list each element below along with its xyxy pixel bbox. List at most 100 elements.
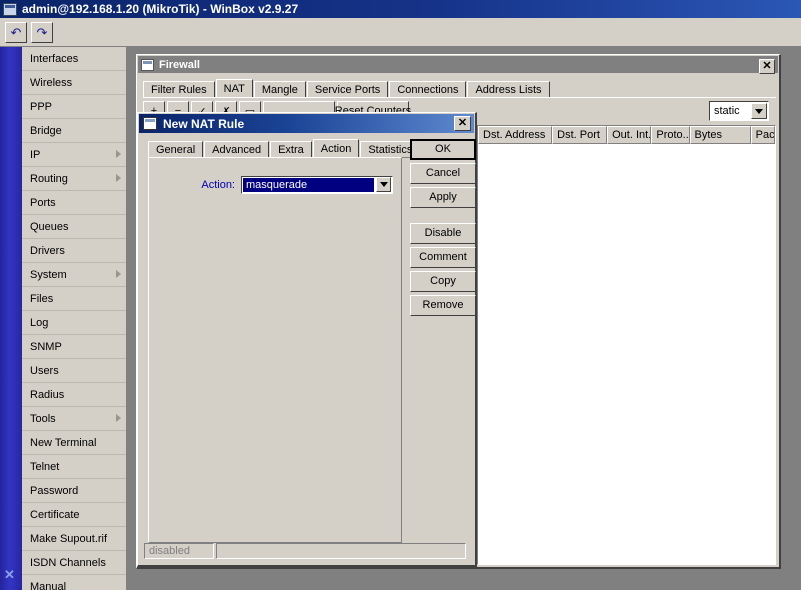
- firewall-close-button[interactable]: ✕: [759, 59, 775, 74]
- dialog-tab-action[interactable]: Action: [312, 139, 360, 158]
- sidebar-item-label: Tools: [30, 413, 56, 425]
- sidebar-accent-strip: ✕: [0, 47, 22, 590]
- sidebar-item-label: Telnet: [30, 461, 60, 473]
- nat-rules-column-headers: Dst. AddressDst. PortOut. Int...Proto...…: [478, 126, 775, 144]
- tab-filter-rules[interactable]: Filter Rules: [143, 81, 215, 98]
- sidebar-item-drivers[interactable]: Drivers: [22, 239, 126, 263]
- sidebar-item-label: PPP: [30, 101, 53, 113]
- sidebar-item-files[interactable]: Files: [22, 287, 126, 311]
- tab-service-ports[interactable]: Service Ports: [306, 81, 389, 98]
- chevron-right-icon: [116, 174, 121, 182]
- sidebar-item-label: Password: [30, 485, 79, 497]
- sidebar-item-label: Queues: [30, 221, 69, 233]
- column-header[interactable]: Pac: [750, 126, 775, 144]
- sidebar-item-routing[interactable]: Routing: [22, 167, 126, 191]
- sidebar-item-queues[interactable]: Queues: [22, 215, 126, 239]
- sidebar-item-ports[interactable]: Ports: [22, 191, 126, 215]
- nat-dialog-icon: [143, 117, 157, 130]
- firewall-filter-select[interactable]: static: [709, 101, 769, 121]
- sidebar-item-label: Interfaces: [30, 53, 79, 65]
- main-toolbar: ↶ ↷: [0, 18, 801, 47]
- action-select[interactable]: masquerade: [241, 176, 393, 194]
- sidebar-item-bridge[interactable]: Bridge: [22, 119, 126, 143]
- redo-icon-button[interactable]: ↷: [31, 22, 53, 43]
- sidebar-item-snmp[interactable]: SNMP: [22, 335, 126, 359]
- sidebar-item-users[interactable]: Users: [22, 359, 126, 383]
- tab-connections[interactable]: Connections: [389, 81, 467, 98]
- sidebar-item-label: Make Supout.rif: [30, 533, 108, 545]
- apply-button[interactable]: Apply: [410, 187, 476, 208]
- remove-button[interactable]: Remove: [410, 295, 476, 316]
- firewall-filter-value: static: [714, 105, 740, 117]
- column-header[interactable]: Proto...: [651, 126, 690, 144]
- sidebar-item-label: Files: [30, 293, 54, 305]
- sidebar-item-label: Radius: [30, 389, 65, 401]
- sidebar-item-radius[interactable]: Radius: [22, 383, 126, 407]
- disable-button[interactable]: Disable: [410, 223, 476, 244]
- sidebar-item-wireless[interactable]: Wireless: [22, 71, 126, 95]
- sidebar-item-label: System: [30, 269, 67, 281]
- firewall-tabstrip: Filter Rules NAT Mangle Service Ports Connec…: [143, 79, 551, 98]
- sidebar-item-label: Drivers: [30, 245, 65, 257]
- sidebar-item-ppp[interactable]: PPP: [22, 95, 126, 119]
- sidebar-item-certificate[interactable]: Certificate: [22, 503, 126, 527]
- sidebar-item-tools[interactable]: Tools: [22, 407, 126, 431]
- action-select-value: masquerade: [243, 178, 374, 192]
- nat-dialog-titlebar: New NAT Rule: [139, 114, 474, 133]
- firewall-titlebar: Firewall: [138, 56, 778, 73]
- tab-mangle[interactable]: Mangle: [253, 81, 306, 98]
- undo-icon-button[interactable]: ↶: [5, 22, 27, 43]
- action-field-label: Action:: [201, 179, 235, 191]
- window-icon: [3, 2, 17, 16]
- dialog-tab-advanced[interactable]: Advanced: [204, 141, 270, 158]
- sidebar-item-password[interactable]: Password: [22, 479, 126, 503]
- winbox-application: admin@192.168.1.20 (MikroTik) - WinBox v…: [0, 0, 801, 590]
- sidebar-item-label: Wireless: [30, 77, 73, 89]
- main-menu: Interfaces Wireless PPP Bridge IP Routing Port…: [22, 47, 127, 590]
- action-field-row: Action: masquerade: [149, 176, 403, 194]
- sidebar-item-manual[interactable]: Manual: [22, 575, 126, 590]
- tab-address-lists[interactable]: Address Lists: [467, 81, 550, 98]
- chevron-right-icon: [116, 150, 121, 158]
- nat-dialog-buttons: OK Cancel Apply Disable Comment Copy Remove: [410, 139, 476, 319]
- column-header[interactable]: Dst. Port: [552, 126, 608, 144]
- nat-dialog-close-button[interactable]: ✕: [454, 116, 471, 131]
- sidebar-item-label: New Terminal: [30, 437, 97, 449]
- sidebar-item-label: IP: [30, 149, 41, 161]
- nat-dialog-statusbar: disabled: [144, 543, 466, 559]
- copy-button[interactable]: Copy: [410, 271, 476, 292]
- chevron-down-icon[interactable]: [751, 103, 767, 119]
- chevron-right-icon: [116, 270, 121, 278]
- sidebar-item-label: Certificate: [30, 509, 80, 521]
- sidebar-item-label: Bridge: [30, 125, 62, 137]
- chevron-down-icon[interactable]: [376, 177, 391, 192]
- sidebar-item-interfaces[interactable]: Interfaces: [22, 47, 126, 71]
- ok-button[interactable]: OK: [410, 139, 476, 160]
- sidebar-item-label: Routing: [30, 173, 68, 185]
- sidebar-item-label: Manual: [30, 581, 67, 590]
- dialog-tab-general[interactable]: General: [148, 141, 204, 158]
- sidebar-item-system[interactable]: System: [22, 263, 126, 287]
- column-header[interactable]: Bytes: [689, 126, 751, 144]
- dialog-tab-extra[interactable]: Extra: [270, 141, 312, 158]
- cancel-button[interactable]: Cancel: [410, 163, 476, 184]
- sidebar-item-ip[interactable]: IP: [22, 143, 126, 167]
- column-header[interactable]: Dst. Address: [478, 126, 553, 144]
- sidebar-item-label: Log: [30, 317, 49, 329]
- sidebar-item-isdn-channels[interactable]: ISDN Channels: [22, 551, 126, 575]
- comment-button[interactable]: Comment: [410, 247, 476, 268]
- sidebar-item-label: SNMP: [30, 341, 62, 353]
- column-header[interactable]: Out. Int...: [607, 126, 652, 144]
- nat-rules-list[interactable]: Dst. AddressDst. PortOut. Int...Proto...…: [477, 125, 776, 565]
- tab-nat[interactable]: NAT: [215, 79, 253, 98]
- status-message: [216, 543, 466, 559]
- sidebar-item-new-terminal[interactable]: New Terminal: [22, 431, 126, 455]
- firewall-window-icon: [141, 58, 154, 71]
- sidebar-close-icon[interactable]: ✕: [4, 568, 15, 581]
- sidebar-item-label: Ports: [30, 197, 56, 209]
- sidebar-item-telnet[interactable]: Telnet: [22, 455, 126, 479]
- nat-dialog-action-panel: Action: masquerade: [148, 157, 402, 543]
- sidebar-item-log[interactable]: Log: [22, 311, 126, 335]
- window-title-text: admin@192.168.1.20 (MikroTik) - WinBox v…: [22, 2, 299, 16]
- sidebar-item-make-supout-rif[interactable]: Make Supout.rif: [22, 527, 126, 551]
